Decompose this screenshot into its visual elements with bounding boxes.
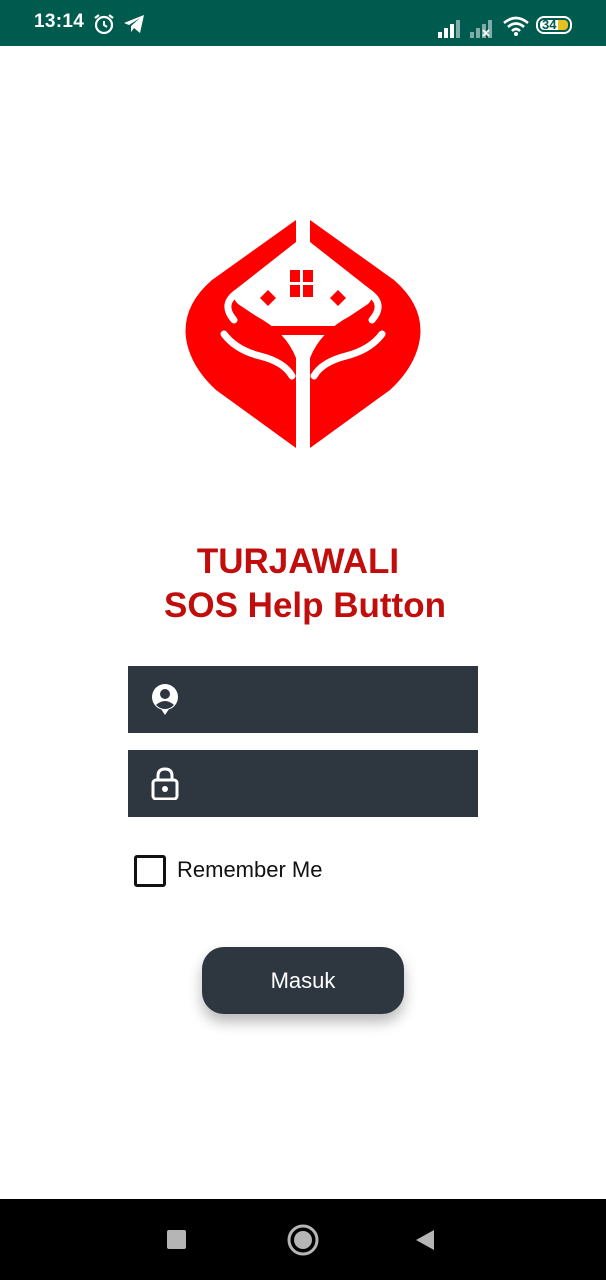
house-in-hands-logo <box>185 220 421 448</box>
app-title-line2: SOS Help Button <box>164 586 446 625</box>
telegram-icon <box>124 15 144 33</box>
remember-me-label[interactable]: Remember Me <box>177 857 322 883</box>
username-input[interactable] <box>198 666 472 735</box>
password-input[interactable] <box>198 750 472 819</box>
status-time: 13:14 <box>34 11 85 32</box>
back-triangle-icon[interactable] <box>414 1228 436 1252</box>
navigation-bar <box>0 1199 606 1280</box>
signal-no-service-icon <box>470 20 492 38</box>
app-title: TURJAWALI SOS Help Button <box>0 540 606 628</box>
user-icon <box>152 684 178 715</box>
masuk-button[interactable]: Masuk <box>202 947 404 1014</box>
username-field[interactable] <box>128 666 478 735</box>
battery-icon: 34 <box>536 16 572 34</box>
signal-icon <box>438 20 460 38</box>
status-bar: 13:14 34 <box>0 0 606 46</box>
home-circle-icon[interactable] <box>286 1223 320 1257</box>
remember-me-checkbox[interactable] <box>134 855 166 887</box>
battery-level: 34 <box>542 17 557 32</box>
wifi-icon <box>503 16 529 36</box>
lock-icon <box>151 767 179 800</box>
alarm-icon <box>94 14 114 35</box>
recents-square-icon[interactable] <box>167 1230 186 1249</box>
password-field[interactable] <box>128 750 478 819</box>
app-title-line1: TURJAWALI <box>196 542 400 581</box>
